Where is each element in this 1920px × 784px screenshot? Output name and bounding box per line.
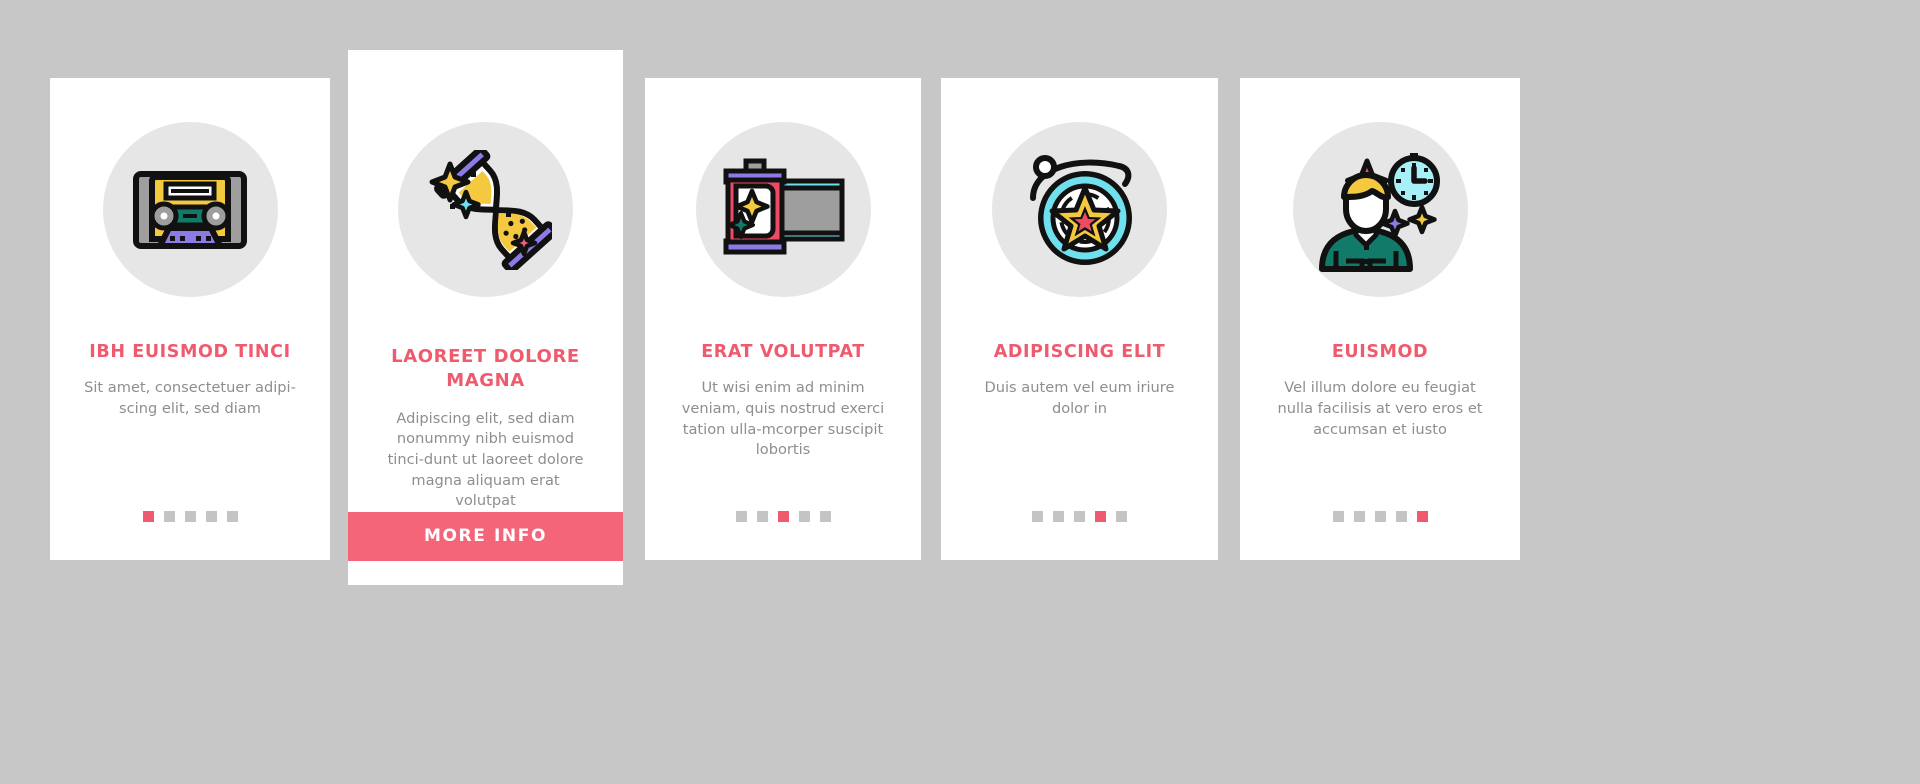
icon-circle-1: [102, 122, 278, 297]
pagination-dot[interactable]: [777, 511, 789, 522]
pagination-dot[interactable]: [1332, 511, 1344, 522]
card-title: ERAT VOLUTPAT: [701, 342, 865, 362]
yoyo-star-icon: [1029, 154, 1132, 265]
card-body: Duis autem vel eum iriure dolor in: [984, 379, 1175, 417]
onboarding-card-1[interactable]: IBH EUISMOD TINCI Sit amet, consectetuer…: [50, 78, 330, 560]
onboarding-card-2[interactable]: LAOREET DOLORE MAGNA Adipiscing elit, se…: [348, 50, 623, 585]
person-clock-icon: [1319, 153, 1440, 272]
pagination-dot[interactable]: [1116, 511, 1127, 522]
pagination-dots[interactable]: [142, 511, 238, 522]
pagination-dots[interactable]: [1332, 511, 1428, 522]
pagination-dot[interactable]: [756, 511, 768, 522]
pagination-dot[interactable]: [1416, 511, 1428, 522]
pagination-dot[interactable]: [1374, 511, 1386, 522]
card-body: Sit amet, consectetuer adipi-scing elit,…: [84, 379, 296, 417]
pagination-dot[interactable]: [184, 511, 196, 522]
pagination-dot[interactable]: [163, 511, 175, 522]
card-body: Ut wisi enim ad minim veniam, quis nostr…: [681, 379, 885, 459]
icon-circle-5: [1292, 122, 1468, 297]
onboarding-card-3[interactable]: ERAT VOLUTPAT Ut wisi enim ad minim veni…: [645, 78, 921, 560]
pagination-dot[interactable]: [142, 511, 154, 522]
hourglass-sparkle-icon: [429, 149, 552, 270]
card-body: Adipiscing elit, sed diam nonummy nibh e…: [387, 409, 584, 510]
card-title: LAOREET DOLORE MAGNA: [391, 346, 580, 391]
pagination-dot[interactable]: [226, 511, 238, 522]
pagination-dot[interactable]: [1095, 511, 1106, 522]
icon-circle-4: [992, 122, 1167, 297]
pagination-dot[interactable]: [1074, 511, 1085, 522]
onboarding-screens-container: IBH EUISMOD TINCI Sit amet, consectetuer…: [0, 0, 1920, 784]
card-title: IBH EUISMOD TINCI: [89, 342, 291, 362]
card-body: Vel illum dolore eu feugiat nulla facili…: [1277, 379, 1483, 438]
pagination-dot[interactable]: [798, 511, 810, 522]
pagination-dot[interactable]: [819, 511, 831, 522]
pagination-dot[interactable]: [1032, 511, 1043, 522]
card-title: EUISMOD: [1331, 342, 1429, 362]
pagination-dots[interactable]: [735, 511, 831, 522]
film-canister-icon: [723, 158, 845, 254]
icon-circle-3: [695, 122, 871, 297]
icon-circle-2: [398, 122, 573, 297]
pagination-dot[interactable]: [1053, 511, 1064, 522]
pagination-dot[interactable]: [1395, 511, 1407, 522]
onboarding-card-4[interactable]: ADIPISCING ELIT Duis autem vel eum iriur…: [941, 78, 1218, 560]
pagination-dot[interactable]: [205, 511, 217, 522]
pagination-dots[interactable]: [1032, 511, 1127, 522]
more-info-button[interactable]: MORE INFO: [348, 512, 623, 562]
onboarding-card-5[interactable]: EUISMOD Vel illum dolore eu feugiat null…: [1240, 78, 1520, 560]
pagination-dot[interactable]: [1353, 511, 1365, 522]
pagination-dot[interactable]: [735, 511, 747, 522]
card-title: ADIPISCING ELIT: [993, 342, 1166, 362]
cassette-tape-icon: [133, 170, 247, 249]
